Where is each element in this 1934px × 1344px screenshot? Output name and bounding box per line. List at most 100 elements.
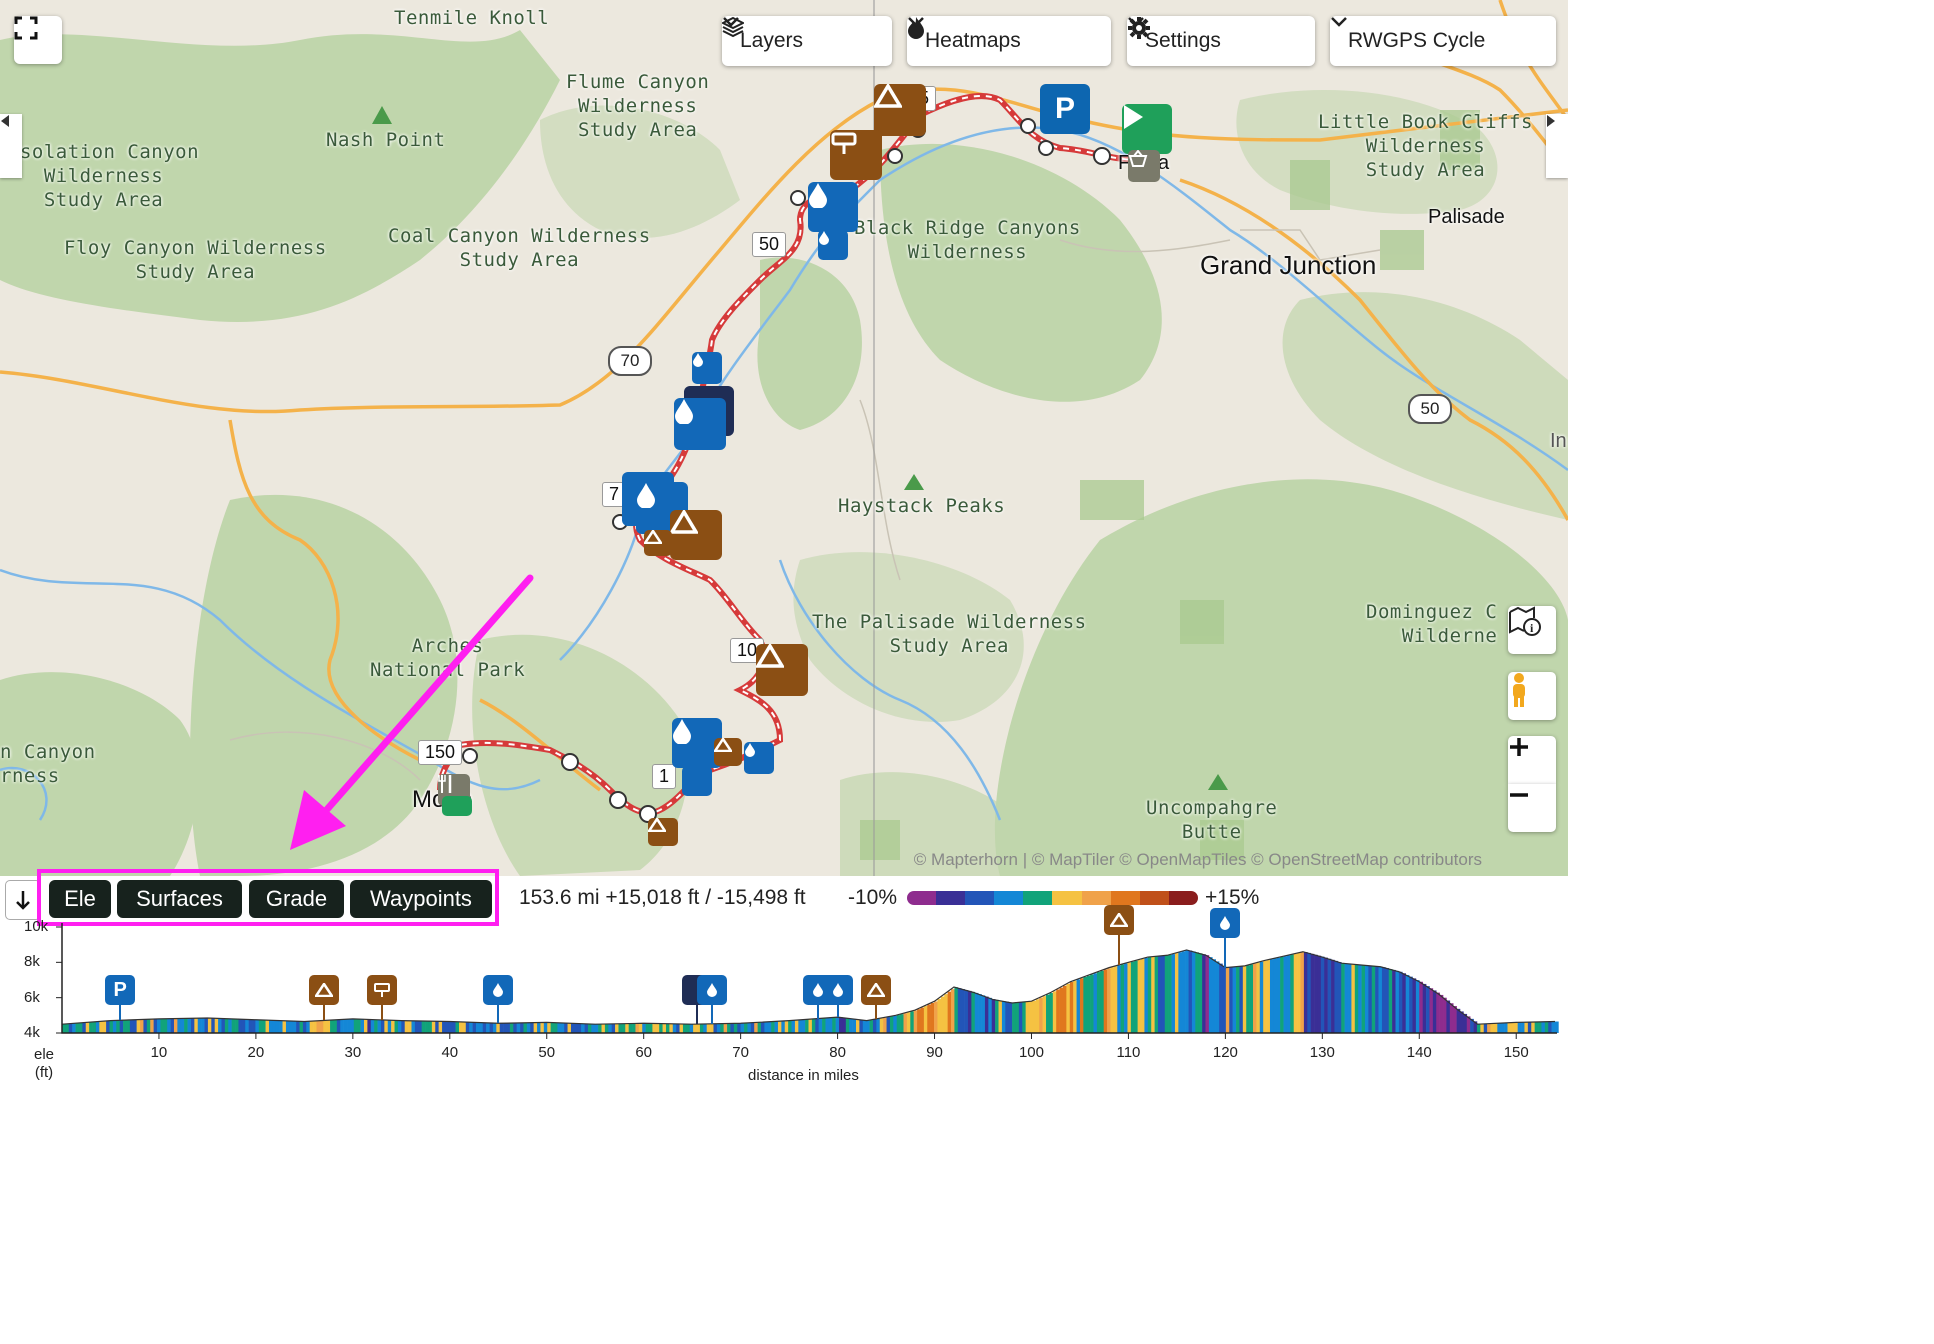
end-pin[interactable] — [442, 796, 472, 816]
x-tick-label: 80 — [829, 1044, 846, 1061]
elevation-segment — [1534, 1021, 1539, 1033]
map-label-uncompahgre-butte: Uncompahgre Butte — [1146, 797, 1278, 843]
elevation-segment — [852, 1018, 857, 1033]
us50-shield: 50 — [1408, 394, 1452, 424]
grade-legend-swatch — [1052, 891, 1082, 905]
waypoint-pin-water[interactable] — [822, 975, 853, 1005]
map-info-button[interactable]: i — [1508, 606, 1556, 654]
elevation-segment — [78, 1022, 83, 1033]
elevation-segment — [112, 1020, 117, 1033]
elevation-segment — [387, 1020, 392, 1033]
grade-legend-swatch — [994, 891, 1024, 905]
water-pin[interactable] — [808, 182, 858, 232]
camping-pin[interactable] — [670, 510, 722, 560]
camping-pin[interactable] — [874, 84, 926, 136]
elevation-segment — [1035, 999, 1040, 1033]
zoom-out-button[interactable] — [1508, 784, 1556, 832]
elevation-segment — [231, 1018, 236, 1033]
elevation-segment — [1083, 976, 1088, 1033]
elevation-segment — [652, 1023, 657, 1033]
elevation-segment — [319, 1020, 324, 1033]
layers-dropdown[interactable]: Layers — [722, 16, 892, 66]
water-drop-icon — [1220, 915, 1231, 930]
elevation-segment — [757, 1022, 762, 1033]
camping-pin[interactable] — [714, 738, 742, 766]
elevation-segment — [811, 1018, 816, 1033]
elevation-segment — [72, 1023, 76, 1033]
elevation-segment — [574, 1023, 579, 1033]
elevation-segment — [414, 1020, 419, 1033]
camping-pin[interactable] — [648, 818, 678, 846]
elevation-segment — [808, 1019, 813, 1033]
water-pin[interactable] — [818, 230, 848, 260]
right-panel-toggle[interactable] — [1546, 114, 1568, 178]
grade-legend-min: -10% — [848, 886, 898, 909]
elevation-segment — [1354, 964, 1359, 1033]
basemap-label: RWGPS Cycle — [1348, 29, 1486, 52]
basemap-dropdown[interactable]: RWGPS Cycle — [1330, 16, 1556, 66]
waypoint-pin-water[interactable] — [1210, 907, 1241, 938]
elevation-segment — [384, 1020, 389, 1033]
elevation-segment — [116, 1020, 120, 1033]
water-pin[interactable] — [692, 352, 722, 384]
waypoint-pin-parking[interactable]: P — [105, 975, 136, 1005]
grocery-pin[interactable] — [1128, 150, 1160, 182]
zoom-in-button[interactable] — [1508, 736, 1556, 784]
camping-icon — [648, 818, 666, 832]
map-label-nash-point: Nash Point — [326, 129, 446, 151]
camping-pin[interactable] — [756, 644, 808, 696]
elevation-chart[interactable] — [0, 920, 1568, 1050]
map-label-flume-canyon: Flume Canyon Wilderness Study Area — [566, 71, 710, 141]
elevation-segment — [1236, 966, 1240, 1033]
sign-pin[interactable] — [830, 130, 882, 180]
elevation-segment — [455, 1021, 460, 1033]
camping-pin[interactable] — [644, 530, 672, 556]
elevation-segment — [265, 1020, 270, 1033]
elevation-segment — [598, 1024, 602, 1033]
water-drop-icon — [693, 353, 703, 367]
elevation-segment — [1426, 986, 1430, 1033]
elevation-segment — [448, 1021, 453, 1033]
start-pin[interactable] — [1122, 104, 1172, 154]
elevation-segment — [1541, 1021, 1546, 1033]
elevation-segment — [486, 1022, 490, 1033]
elevation-segment — [1178, 952, 1183, 1033]
waypoint-pin-camping[interactable] — [308, 975, 339, 1005]
collapse-panel-button[interactable] — [5, 880, 41, 920]
map-attribution[interactable]: © Mapterhorn | © MapTiler © OpenMapTiles… — [914, 850, 1482, 870]
elevation-segment — [1005, 1001, 1009, 1033]
left-panel-toggle[interactable] — [0, 114, 22, 178]
camping-icon — [314, 983, 333, 997]
elevation-segment — [1409, 976, 1413, 1033]
elevation-segment — [1544, 1021, 1549, 1033]
elevation-segment — [221, 1018, 226, 1033]
waypoint-pin-water[interactable] — [483, 975, 514, 1005]
waypoint-pin-camping[interactable] — [1103, 904, 1134, 935]
elevation-segment — [1293, 953, 1298, 1033]
parking-pin[interactable]: P — [1040, 84, 1090, 134]
elevation-segment — [411, 1020, 416, 1033]
street-view-button[interactable] — [1508, 672, 1556, 720]
elevation-segment — [489, 1022, 494, 1033]
water-pin[interactable] — [682, 766, 712, 796]
waypoint-pin-water[interactable] — [696, 975, 727, 1005]
elevation-segment — [961, 989, 965, 1033]
x-tick-label: 60 — [635, 1044, 653, 1061]
fullscreen-button[interactable] — [14, 16, 62, 64]
settings-dropdown[interactable]: Settings — [1127, 16, 1315, 66]
elevation-segment — [655, 1023, 660, 1033]
signpost-icon — [831, 132, 857, 154]
map-canvas[interactable]: Tenmile Knoll Flume Canyon Wilderness St… — [0, 0, 1568, 876]
elevation-segment — [1079, 978, 1084, 1033]
elevation-segment — [1555, 1021, 1559, 1033]
elevation-segment — [431, 1021, 436, 1033]
heatmaps-dropdown[interactable]: Heatmaps — [907, 16, 1111, 66]
waypoint-pin-sign[interactable] — [366, 975, 397, 1005]
waypoint-pin-camping[interactable] — [861, 975, 892, 1005]
water-pin[interactable] — [674, 398, 726, 450]
elevation-segment — [747, 1022, 752, 1033]
water-pin[interactable] — [744, 742, 774, 774]
waypoint-stem — [710, 1003, 713, 1024]
elevation-segment — [1188, 950, 1193, 1033]
elevation-segment — [187, 1018, 192, 1033]
